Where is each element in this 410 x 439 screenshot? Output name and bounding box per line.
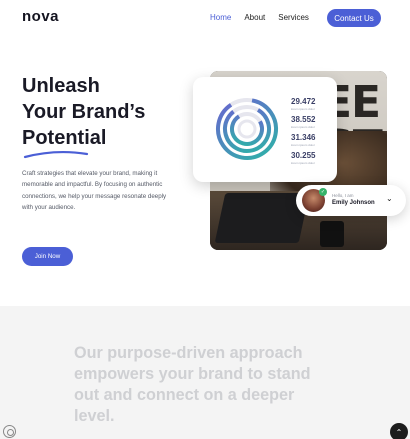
stat-value-1: 29.472 lorem ipsum dolor — [291, 97, 316, 111]
profile-card[interactable]: ✓ Hello, I am Emily Johnson ⌄ — [296, 185, 406, 216]
hero-description: Craft strategies that elevate your brand… — [22, 170, 167, 212]
cup-image — [320, 221, 344, 247]
fingerprint-icon[interactable] — [3, 425, 16, 438]
top-nav: nova Home About Services Contact Us — [0, 0, 410, 36]
stat-value-4: 30.255 lorem ipsum dolor — [291, 151, 316, 165]
check-icon: ✓ — [319, 188, 327, 196]
nav-links: Home About Services — [210, 13, 309, 22]
title-underline-decoration — [23, 150, 89, 159]
stat-value-2: 38.552 lorem ipsum dolor — [291, 115, 316, 129]
contact-us-button[interactable]: Contact Us — [327, 9, 381, 27]
hero-title-line-1: Unleash — [22, 75, 100, 97]
profile-greeting: Hello, I am — [332, 193, 354, 198]
hero-title-line-2: Your Brand’s — [22, 101, 146, 123]
nav-link-services[interactable]: Services — [278, 13, 309, 22]
nav-link-about[interactable]: About — [244, 13, 265, 22]
profile-name: Emily Johnson — [332, 200, 375, 206]
chevron-down-icon[interactable]: ⌄ — [386, 194, 393, 203]
join-now-button[interactable]: Join Now — [22, 247, 73, 266]
purpose-statement: Our purpose-driven approach empowers you… — [74, 344, 311, 425]
nav-link-home[interactable]: Home — [210, 13, 231, 22]
stats-card: 29.472 lorem ipsum dolor 38.552 lorem ip… — [193, 77, 337, 182]
stat-value-3: 31.346 lorem ipsum dolor — [291, 133, 316, 147]
brand-logo[interactable]: nova — [22, 8, 59, 25]
arrow-up-icon[interactable]: ⌃ — [390, 423, 408, 439]
hero-title: Unleash Your Brand’s Potential — [22, 73, 192, 151]
ring-chart-graphic — [216, 98, 278, 160]
